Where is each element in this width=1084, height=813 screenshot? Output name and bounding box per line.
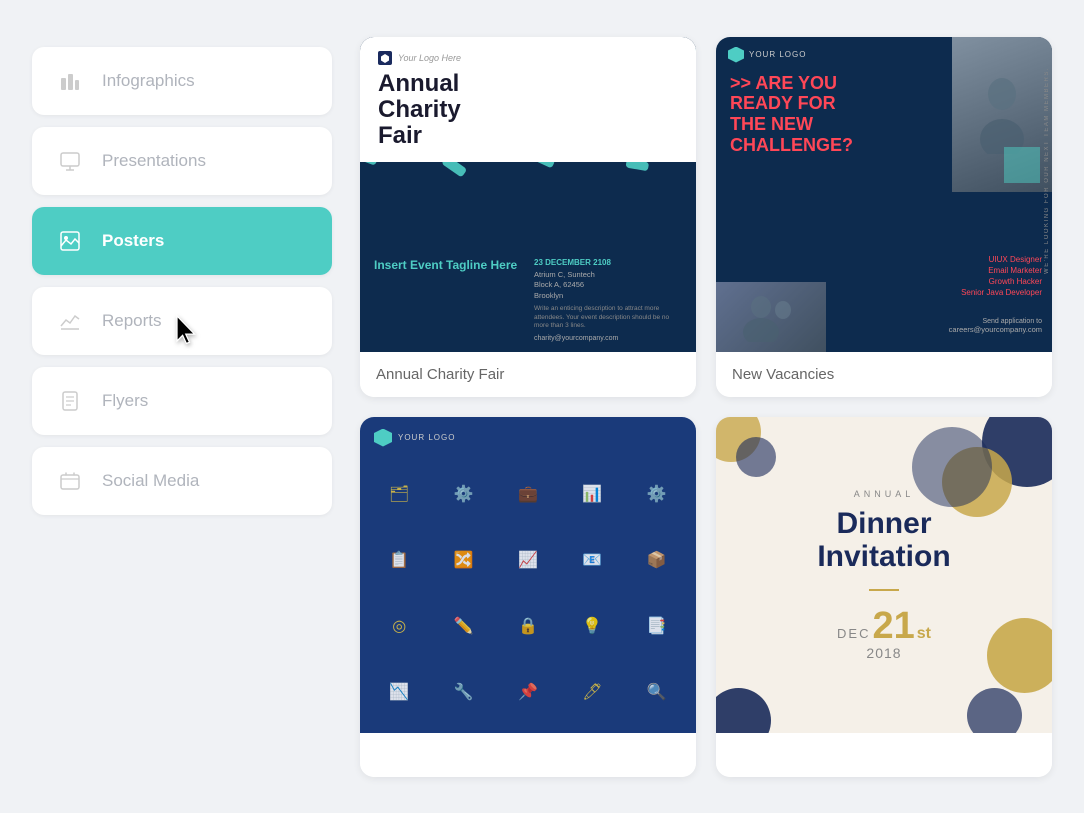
sidebar-item-label: Presentations xyxy=(102,151,206,171)
sidebar: Infographics Presentations Posters xyxy=(32,37,332,777)
charity-preview: Your Logo Here AnnualCharityFair xyxy=(360,37,696,352)
sidebar-item-presentations[interactable]: Presentations xyxy=(32,127,332,195)
sidebar-item-label: Reports xyxy=(102,311,162,331)
card-business[interactable]: YOUR LOGO 🗂 ⚙️ 💼 📊 ⚙️ 📋 🔀 📈 xyxy=(360,417,696,777)
dinner-title: DinnerInvitation xyxy=(817,507,950,573)
charity-description: Write an enticing description to attract… xyxy=(534,305,682,330)
posters-icon xyxy=(54,225,86,257)
sidebar-item-infographics[interactable]: Infographics xyxy=(32,47,332,115)
flyers-icon xyxy=(54,385,86,417)
biz-logo-text: YOUR LOGO xyxy=(398,433,455,442)
card-dinner-label xyxy=(716,733,1052,777)
charity-venue: Atrium C, Suntech xyxy=(534,270,682,281)
sidebar-item-label: Social Media xyxy=(102,471,199,491)
charity-date: 23 DECEMBER 2108 xyxy=(534,258,682,267)
vac-role-4: Senior Java Developer xyxy=(961,288,1042,297)
business-preview: YOUR LOGO 🗂 ⚙️ 💼 📊 ⚙️ 📋 🔀 📈 xyxy=(360,417,696,733)
vac-side-text: WE'RE LOOKING FOR OUR NEXT TEAM MEMBERS. xyxy=(1044,67,1050,274)
vac-apply-text: Send application to xyxy=(949,318,1042,325)
vac-role-3: Growth Hacker xyxy=(961,277,1042,286)
social-media-icon xyxy=(54,465,86,497)
dinner-preview: ANNUAL DinnerInvitation DEC 21 st 2018 xyxy=(716,417,1052,733)
sidebar-item-posters[interactable]: Posters xyxy=(32,207,332,275)
vac-headline: >> ARE YOUREADY FORTHE NEWCHALLENGE? xyxy=(730,73,947,156)
dinner-divider xyxy=(869,589,899,591)
presentations-icon xyxy=(54,145,86,177)
content-grid: Your Logo Here AnnualCharityFair xyxy=(360,37,1052,777)
dinner-day: 21 xyxy=(872,607,914,645)
dinner-month: DEC xyxy=(837,626,870,641)
vacancies-preview: YOUR LOGO >> ARE YOUREADY FORTHE NEWCHAL… xyxy=(716,37,1052,352)
dinner-annual: ANNUAL xyxy=(854,489,915,499)
dinner-year: 2018 xyxy=(866,645,901,661)
vac-apply-email: careers@yourcompany.com xyxy=(949,325,1042,334)
card-vacancies-label: New Vacancies xyxy=(716,352,1052,397)
sidebar-item-label: Flyers xyxy=(102,391,148,411)
charity-address: Block A, 62456Brooklyn xyxy=(534,280,682,301)
dinner-ordinal: st xyxy=(917,625,931,643)
infographics-icon xyxy=(54,65,86,97)
sidebar-item-flyers[interactable]: Flyers xyxy=(32,367,332,435)
vac-role-1: UIUX Designer xyxy=(961,255,1042,264)
card-charity-label: Annual Charity Fair xyxy=(360,352,696,397)
charity-email: charity@yourcompany.com xyxy=(534,335,682,342)
sidebar-item-label: Infographics xyxy=(102,71,195,91)
reports-icon xyxy=(54,305,86,337)
sidebar-item-label: Posters xyxy=(102,231,164,251)
card-new-vacancies[interactable]: YOUR LOGO >> ARE YOUREADY FORTHE NEWCHAL… xyxy=(716,37,1052,397)
vac-role-2: Email Marketer xyxy=(961,266,1042,275)
vac-logo: YOUR LOGO xyxy=(749,50,806,59)
card-business-label xyxy=(360,733,696,777)
sidebar-item-social-media[interactable]: Social Media xyxy=(32,447,332,515)
charity-logo-text: Your Logo Here xyxy=(398,53,461,63)
charity-tagline: Insert Event Tagline Here xyxy=(374,258,522,272)
charity-title-preview: AnnualCharityFair xyxy=(378,71,678,150)
card-dinner[interactable]: ANNUAL DinnerInvitation DEC 21 st 2018 xyxy=(716,417,1052,777)
card-charity-fair[interactable]: Your Logo Here AnnualCharityFair xyxy=(360,37,696,397)
